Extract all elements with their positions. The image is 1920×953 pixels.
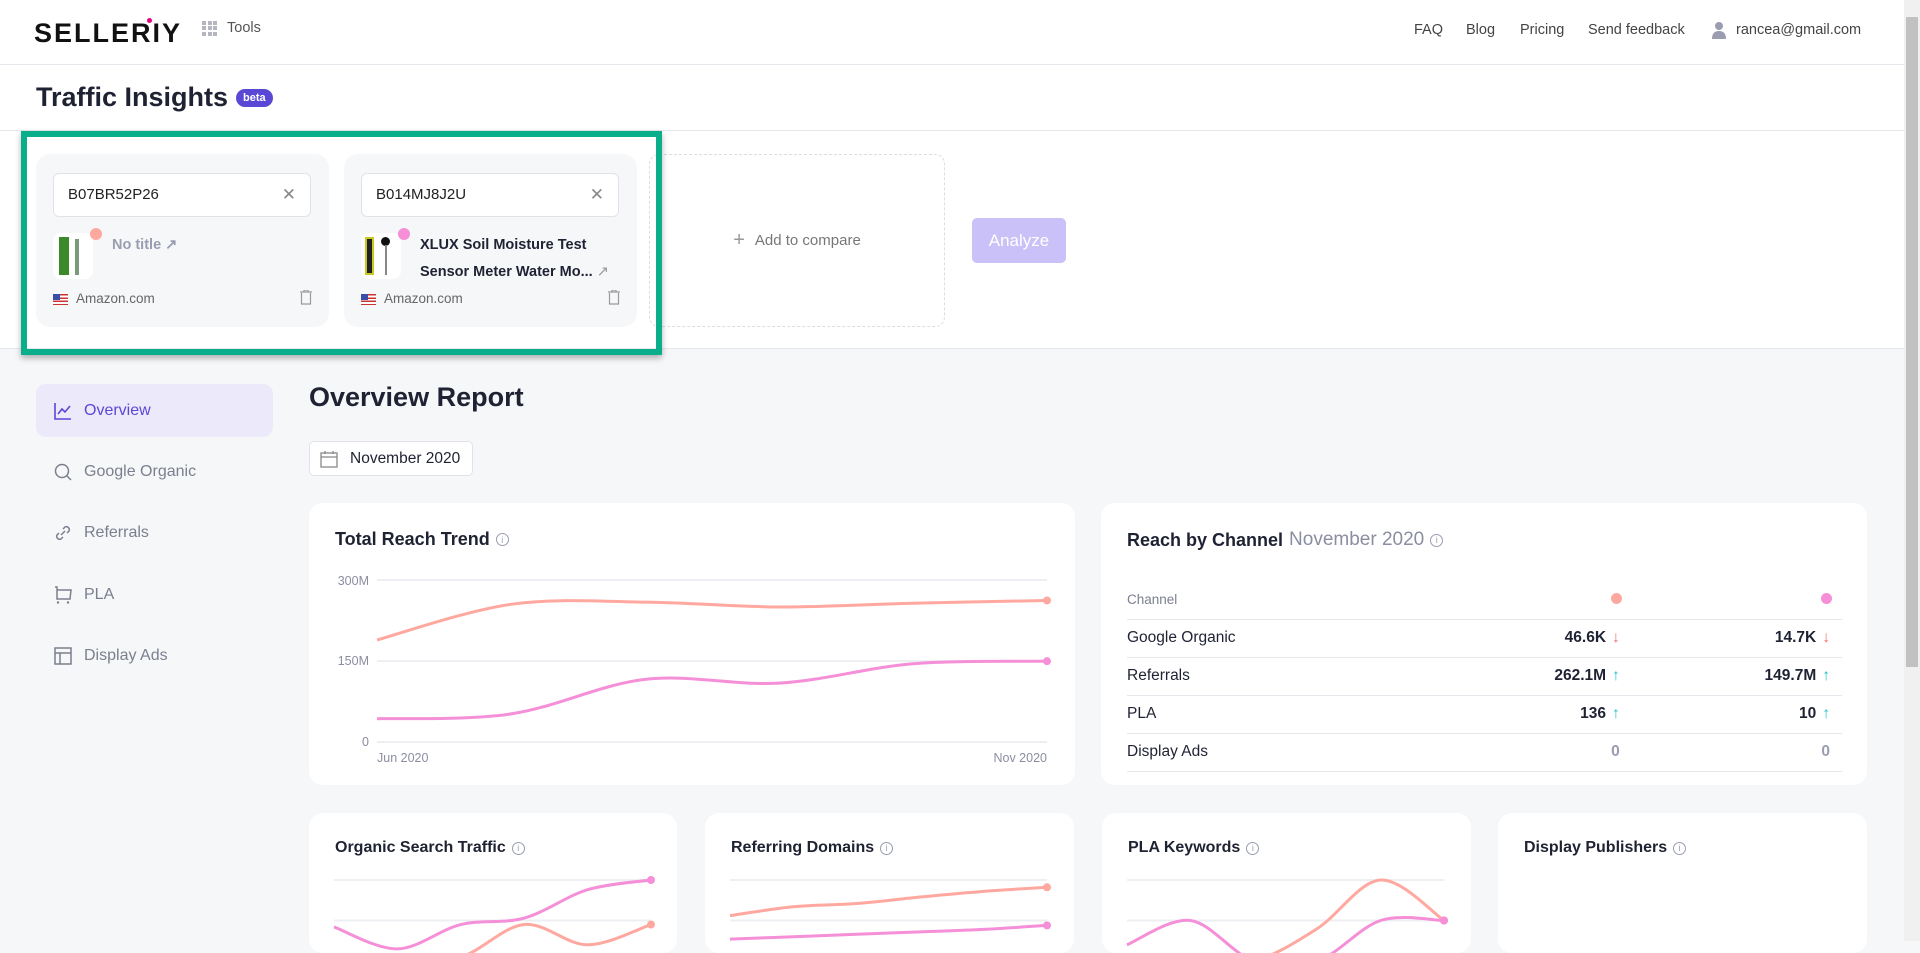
faq-link[interactable]: FAQ xyxy=(1414,22,1443,38)
arrow-up-icon: ↑ xyxy=(1822,705,1830,722)
value-cell: 0 xyxy=(1422,733,1632,771)
sidebar-item-label: Overview xyxy=(84,402,151,420)
sidebar-item-pla[interactable]: PLA xyxy=(36,568,273,621)
organic-search-card: Organic Search Traffici xyxy=(309,813,677,953)
table-row: Google Organic46.6K↓14.7K↓ xyxy=(1127,619,1842,657)
x-tick-label: Jun 2020 xyxy=(377,751,428,765)
display-publishers-card: Display Publishers i xyxy=(1498,813,1867,953)
card-title: Reach by Channel xyxy=(1127,530,1283,551)
total-reach-chart: 300M 150M 0 Jun 2020 Nov 2020 xyxy=(309,503,1075,785)
pla-keywords-chart xyxy=(1102,813,1471,953)
page-title: Traffic Insights xyxy=(36,82,228,113)
user-email[interactable]: rancea@gmail.com xyxy=(1736,22,1861,38)
logo[interactable]: SELLERIY xyxy=(34,18,182,49)
layout-icon xyxy=(54,647,72,665)
sidebar-item-label: PLA xyxy=(84,586,114,604)
table-row: PLA136↑10↑ xyxy=(1127,695,1842,733)
send-feedback-link[interactable]: Send feedback xyxy=(1588,22,1685,38)
total-reach-card: Total Reach Trendi 300M 150M 0 Jun 2020 … xyxy=(309,503,1075,785)
table-row: Display Ads00 xyxy=(1127,733,1842,771)
series-line xyxy=(730,887,1047,915)
organic-search-chart xyxy=(309,813,677,953)
series-line xyxy=(730,925,1047,939)
value-cell: 262.1M↑ xyxy=(1422,657,1632,695)
table-row: Referrals262.1M↑149.7M↑ xyxy=(1127,657,1842,695)
date-label: November 2020 xyxy=(350,450,460,468)
add-to-compare-label: Add to compare xyxy=(755,232,861,249)
series-end-point xyxy=(1440,917,1448,925)
arrow-up-icon: ↑ xyxy=(1612,705,1620,722)
column-header: Channel xyxy=(1127,580,1422,619)
sidebar-item-overview[interactable]: Overview xyxy=(36,384,273,437)
grid-icon xyxy=(202,21,217,36)
series-end-point xyxy=(1043,657,1051,665)
title-bar xyxy=(0,65,1904,131)
date-picker[interactable]: November 2020 xyxy=(309,441,473,476)
channel-cell: Display Ads xyxy=(1127,733,1422,771)
tools-menu[interactable]: Tools xyxy=(202,20,261,36)
value-cell: 14.7K↓ xyxy=(1632,619,1842,657)
series-end-point xyxy=(1043,596,1051,604)
tools-label: Tools xyxy=(227,20,261,36)
y-tick-label: 0 xyxy=(362,735,369,749)
channel-cell: Google Organic xyxy=(1127,619,1422,657)
card-period: November 2020 xyxy=(1289,529,1424,551)
info-icon[interactable]: i xyxy=(1430,534,1443,547)
value-cell: 136↑ xyxy=(1422,695,1632,733)
cart-icon xyxy=(54,586,72,604)
report-title: Overview Report xyxy=(309,382,524,413)
sidebar-item-label: Google Organic xyxy=(84,463,196,481)
chart-line-icon xyxy=(54,402,72,420)
user-icon[interactable] xyxy=(1712,21,1726,39)
reach-by-channel-card: Reach by Channel November 2020 i Channel G… xyxy=(1101,503,1867,785)
link-icon xyxy=(54,524,72,542)
chart-title: Display Publishers xyxy=(1524,839,1667,857)
channel-cell: Referrals xyxy=(1127,657,1422,695)
product-b-dot xyxy=(1821,593,1832,604)
arrow-up-icon: ↑ xyxy=(1612,667,1620,684)
series-end-point xyxy=(647,921,655,929)
sidebar-item-display-ads[interactable]: Display Ads xyxy=(36,629,273,682)
sidebar-item-label: Display Ads xyxy=(84,647,168,665)
info-icon[interactable]: i xyxy=(1673,842,1686,855)
analyze-button[interactable]: Analyze xyxy=(972,218,1066,263)
referring-domains-card: Referring Domainsi xyxy=(705,813,1074,953)
arrow-up-icon: ↑ xyxy=(1822,667,1830,684)
y-tick-label: 150M xyxy=(338,654,369,668)
add-to-compare-button[interactable]: + Add to compare xyxy=(649,154,945,327)
referring-domains-chart xyxy=(705,813,1074,953)
sidebar-item-label: Referrals xyxy=(84,524,149,542)
beta-badge: beta xyxy=(236,89,273,107)
value-cell: 0 xyxy=(1632,733,1842,771)
plus-icon: + xyxy=(733,229,745,252)
series-line xyxy=(334,924,651,953)
pla-keywords-card: PLA Keywordsi xyxy=(1102,813,1471,953)
series-line xyxy=(377,600,1047,639)
search-icon xyxy=(54,463,72,481)
arrow-down-icon: ↓ xyxy=(1822,629,1830,646)
series-end-point xyxy=(647,876,655,884)
series-line xyxy=(377,661,1047,719)
value-cell: 149.7M↑ xyxy=(1632,657,1842,695)
blog-link[interactable]: Blog xyxy=(1466,22,1495,38)
sidebar-item-referrals[interactable]: Referrals xyxy=(36,506,273,559)
highlight-box xyxy=(21,131,662,355)
series-end-point xyxy=(1043,883,1051,891)
logo-dot xyxy=(147,18,152,23)
sidebar-item-google-organic[interactable]: Google Organic xyxy=(36,445,273,498)
calendar-icon xyxy=(320,450,338,468)
y-tick-label: 300M xyxy=(338,574,369,588)
series-end-point xyxy=(1043,921,1051,929)
scrollbar-thumb[interactable] xyxy=(1906,17,1918,667)
pricing-link[interactable]: Pricing xyxy=(1520,22,1564,38)
value-cell: 46.6K↓ xyxy=(1422,619,1632,657)
value-cell: 10↑ xyxy=(1632,695,1842,733)
arrow-down-icon: ↓ xyxy=(1612,629,1620,646)
x-tick-label: Nov 2020 xyxy=(993,751,1047,765)
product-a-dot xyxy=(1611,593,1622,604)
channel-cell: PLA xyxy=(1127,695,1422,733)
channel-table: Channel Google Organic46.6K↓14.7K↓Referr… xyxy=(1127,580,1842,772)
